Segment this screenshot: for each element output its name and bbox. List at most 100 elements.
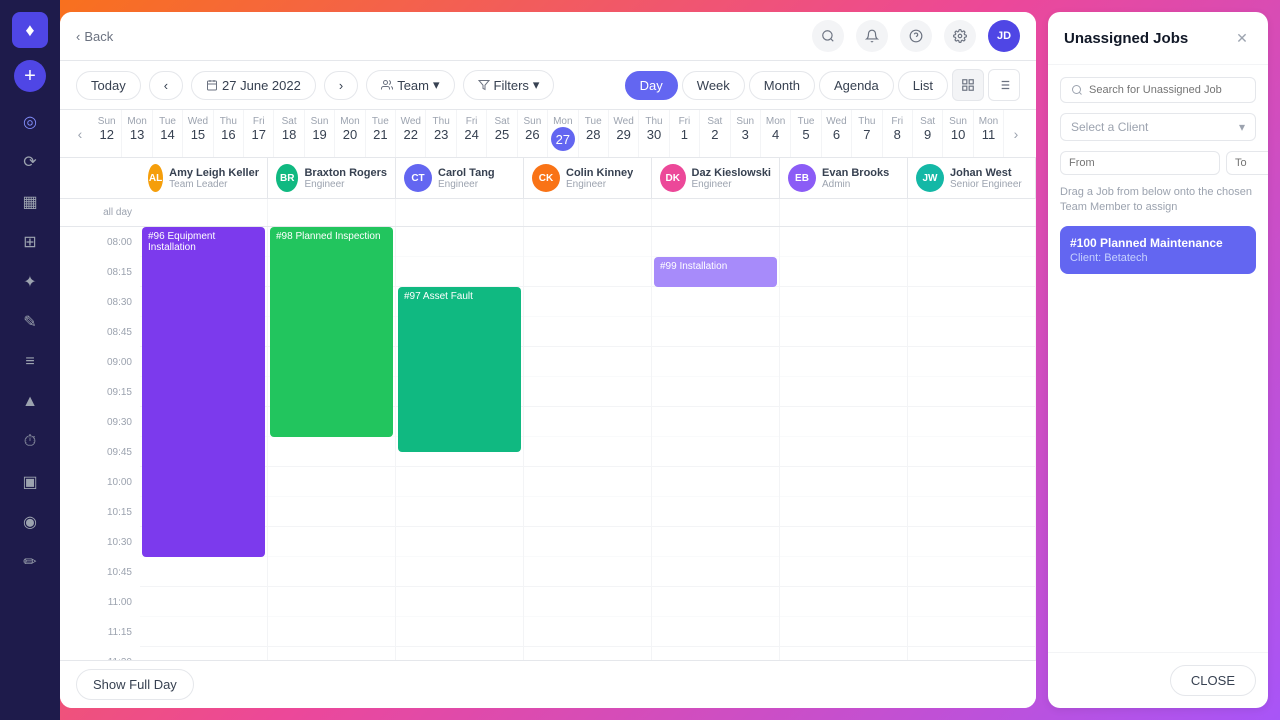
date-col-6[interactable]: Wed6: [822, 110, 852, 157]
sidebar-icon-home[interactable]: ◎: [12, 104, 48, 140]
right-panel-body: Select a Client ▾ Drag a Job from below …: [1048, 65, 1268, 652]
search-icon-btn[interactable]: [812, 20, 844, 52]
date-col-18[interactable]: Sat18: [274, 110, 304, 157]
view-month-button[interactable]: Month: [749, 71, 815, 100]
view-agenda-button[interactable]: Agenda: [819, 71, 894, 100]
sidebar-icon-table[interactable]: ⊞: [12, 224, 48, 260]
grid-row-11: [396, 557, 523, 587]
date-col-5[interactable]: Tue5: [791, 110, 821, 157]
all-day-cell-0: [140, 199, 268, 226]
grid-row-12: [396, 587, 523, 617]
date-col-25[interactable]: Sat25: [487, 110, 517, 157]
date-col-10[interactable]: Sun10: [943, 110, 973, 157]
date-col-14[interactable]: Tue14: [153, 110, 183, 157]
date-col-15[interactable]: Wed15: [183, 110, 213, 157]
date-col-13[interactable]: Mon13: [122, 110, 152, 157]
event-#99-installation[interactable]: #99 Installation: [654, 257, 777, 287]
date-col-12[interactable]: Sun12: [92, 110, 122, 157]
sidebar-icon-circle[interactable]: ◉: [12, 504, 48, 540]
right-panel-close-button[interactable]: ✕: [1232, 28, 1252, 48]
event-#97-asset-fault[interactable]: #97 Asset Fault: [398, 287, 521, 452]
date-col-4[interactable]: Mon4: [761, 110, 791, 157]
date-col-29[interactable]: Wed29: [609, 110, 639, 157]
back-button[interactable]: ‹ Back: [76, 29, 113, 44]
date-col-3[interactable]: Sun3: [731, 110, 761, 157]
date-picker-button[interactable]: 27 June 2022: [191, 71, 316, 100]
grid-view-icon-btn[interactable]: [952, 69, 984, 101]
grid-col-4: #99 Installation: [652, 227, 780, 660]
help-icon-btn[interactable]: [900, 20, 932, 52]
team-filter-button[interactable]: Team ▾: [366, 70, 454, 100]
date-col-20[interactable]: Mon20: [335, 110, 365, 157]
date-col-21[interactable]: Tue21: [366, 110, 396, 157]
date-col-8[interactable]: Fri8: [883, 110, 913, 157]
date-col-19[interactable]: Sun19: [305, 110, 335, 157]
sidebar-icon-pencil[interactable]: ✏: [12, 544, 48, 580]
grid-row-14: [652, 647, 779, 660]
grid-row-3: [652, 317, 779, 347]
date-col-9[interactable]: Sat9: [913, 110, 943, 157]
date-col-30[interactable]: Thu30: [639, 110, 669, 157]
time-label-1030: 10:30: [60, 527, 140, 557]
date-prev-arrow[interactable]: ‹: [68, 122, 92, 146]
grid-row-14: [780, 647, 907, 660]
date-col-1[interactable]: Fri1: [670, 110, 700, 157]
all-day-cell-3: [524, 199, 652, 226]
date-col-28[interactable]: Tue28: [579, 110, 609, 157]
sidebar-icon-refresh[interactable]: ⟳: [12, 144, 48, 180]
date-col-27[interactable]: Mon27: [548, 110, 578, 157]
next-date-button[interactable]: ›: [324, 71, 358, 100]
date-col-24[interactable]: Fri24: [457, 110, 487, 157]
date-col-16[interactable]: Thu16: [214, 110, 244, 157]
main-content: ‹ Back JD Today ‹ 27 June 2022 ›: [60, 12, 1036, 708]
to-date-input[interactable]: [1226, 151, 1268, 175]
view-week-button[interactable]: Week: [682, 71, 745, 100]
grid-row-14: [524, 647, 651, 660]
show-full-day-button[interactable]: Show Full Day: [76, 669, 194, 700]
date-col-2[interactable]: Sat2: [700, 110, 730, 157]
list-view-icon-btn[interactable]: [988, 69, 1020, 101]
add-button[interactable]: +: [14, 60, 46, 92]
prev-date-button[interactable]: ‹: [149, 71, 183, 100]
date-col-26[interactable]: Sun26: [518, 110, 548, 157]
time-label-1045: 10:45: [60, 557, 140, 587]
sidebar-icon-list[interactable]: ≡: [12, 344, 48, 380]
settings-icon-btn[interactable]: [944, 20, 976, 52]
filters-button[interactable]: Filters ▾: [463, 70, 555, 100]
sidebar-icon-star[interactable]: ✦: [12, 264, 48, 300]
sidebar: ♦ + ◎ ⟳ ▦ ⊞ ✦ ✎ ≡ ▲ ⏱ ▣ ◉ ✏: [0, 0, 60, 720]
team-cell-5: EBEvan BrooksAdmin: [780, 158, 908, 198]
date-col-22[interactable]: Wed22: [396, 110, 426, 157]
all-day-cells: [140, 199, 1036, 226]
time-label-0900: 09:00: [60, 347, 140, 377]
grid-columns: #96 Equipment Installation#98 Planned In…: [140, 227, 1036, 660]
date-col-11[interactable]: Mon11: [974, 110, 1004, 157]
event-#96-equipment-installation[interactable]: #96 Equipment Installation: [142, 227, 265, 557]
event-#98-planned-inspection[interactable]: #98 Planned Inspection: [270, 227, 393, 437]
sidebar-icon-nav[interactable]: ▲: [12, 384, 48, 420]
sidebar-icon-edit[interactable]: ✎: [12, 304, 48, 340]
notification-icon-btn[interactable]: [856, 20, 888, 52]
search-input[interactable]: [1089, 84, 1245, 96]
client-select[interactable]: Select a Client ▾: [1060, 113, 1256, 141]
today-button[interactable]: Today: [76, 71, 141, 100]
sidebar-icon-grid[interactable]: ▦: [12, 184, 48, 220]
grid-row-7: [908, 437, 1035, 467]
close-button[interactable]: CLOSE: [1170, 665, 1256, 696]
view-day-button[interactable]: Day: [625, 71, 678, 100]
filter-label: Filters: [494, 78, 529, 93]
view-list-button[interactable]: List: [898, 71, 948, 100]
grid-row-0: [780, 227, 907, 257]
sidebar-icon-timer[interactable]: ⏱: [12, 424, 48, 460]
view-toggle: Day Week Month Agenda List: [625, 69, 1020, 101]
date-columns: Sun12Mon13Tue14Wed15Thu16Fri17Sat18Sun19…: [92, 110, 1004, 157]
user-avatar[interactable]: JD: [988, 20, 1020, 52]
unassigned-job-card[interactable]: #100 Planned Maintenance Client: Betatec…: [1060, 226, 1256, 274]
date-col-17[interactable]: Fri17: [244, 110, 274, 157]
date-col-23[interactable]: Thu23: [426, 110, 456, 157]
sidebar-icon-dashboard[interactable]: ▣: [12, 464, 48, 500]
grid-row-2: [652, 287, 779, 317]
date-next-arrow[interactable]: ›: [1004, 122, 1028, 146]
date-col-7[interactable]: Thu7: [852, 110, 882, 157]
from-date-input[interactable]: [1060, 151, 1220, 175]
